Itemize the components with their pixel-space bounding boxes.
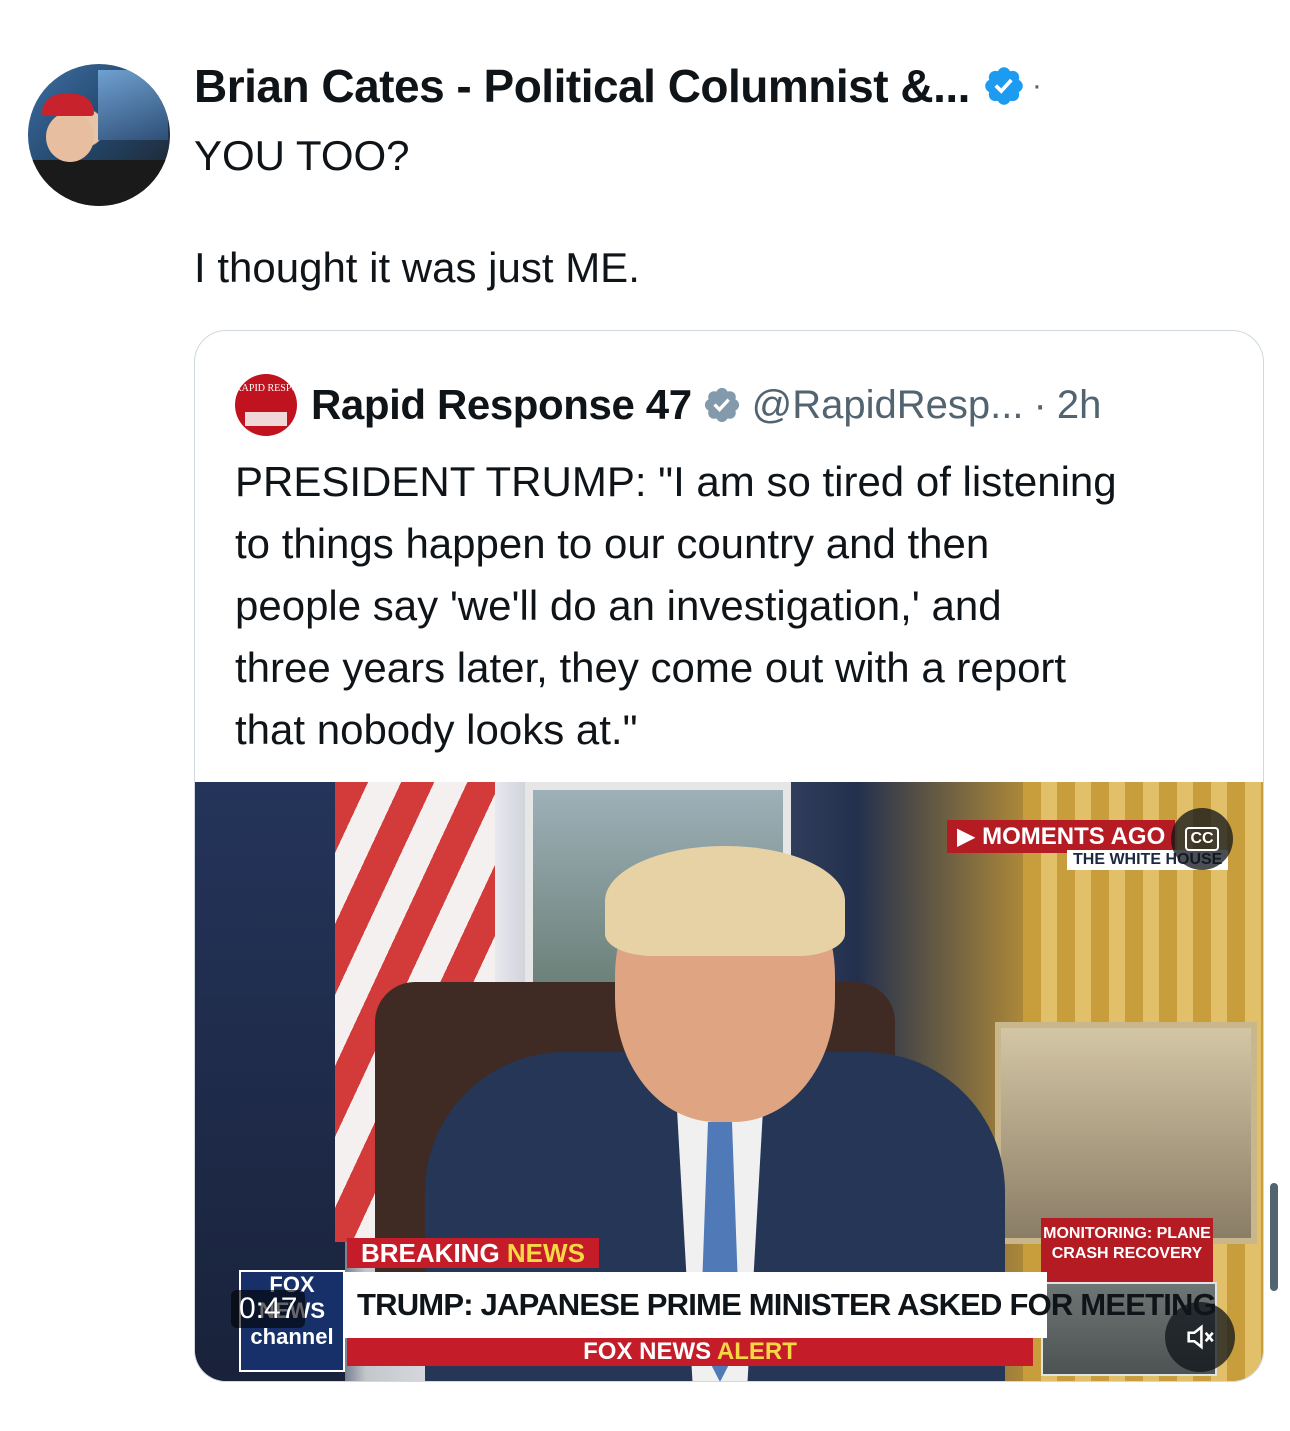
news-headline: TRUMP: JAPANESE PRIME MINISTER ASKED FOR… xyxy=(343,1272,1217,1338)
avatar-background-art xyxy=(98,70,168,140)
scrollbar[interactable] xyxy=(1270,1183,1278,1291)
author-avatar[interactable] xyxy=(28,64,170,206)
breaking-label-yellow: NEWS xyxy=(506,1238,585,1268)
tweet-header: Brian Cates - Political Columnist &... · xyxy=(194,58,1042,114)
alert-white: FOX NEWS xyxy=(583,1338,717,1365)
avatar-shirt xyxy=(28,160,170,206)
quoted-tweet-text: PRESIDENT TRUMP: "I am so tired of liste… xyxy=(235,458,1117,753)
quoted-tweet-card[interactable]: RAPID RESPONSE Rapid Response 47 @RapidR… xyxy=(194,330,1264,1382)
verified-badge-icon xyxy=(985,67,1023,105)
video-picture-frames xyxy=(995,1022,1257,1244)
alert-yellow: ALERT xyxy=(716,1338,797,1365)
fox-news-alert: FOX NEWS ALERT xyxy=(347,1338,1033,1366)
quoted-author-name[interactable]: Rapid Response 47 xyxy=(311,381,692,429)
breaking-label-white: BREAKING xyxy=(361,1238,507,1268)
header-separator: · xyxy=(1031,69,1042,102)
verified-badge-gray-icon xyxy=(704,387,739,423)
speaker-muted-icon xyxy=(1187,1324,1214,1350)
quoted-author-avatar[interactable]: RAPID RESPONSE xyxy=(235,374,297,436)
white-house-icon xyxy=(245,412,287,426)
video-duration: 0:47 xyxy=(231,1290,306,1328)
quoted-author-handle[interactable]: @RapidResp... xyxy=(752,383,1024,428)
tweet-text: YOU TOO? I thought it was just ME. xyxy=(194,132,640,291)
quoted-timestamp[interactable]: 2h xyxy=(1057,383,1102,428)
quoted-separator: · xyxy=(1033,382,1047,427)
mute-button[interactable] xyxy=(1165,1302,1235,1372)
quoted-avatar-label: RAPID RESPONSE xyxy=(235,383,297,394)
quoted-tweet-header: RAPID RESPONSE Rapid Response 47 @RapidR… xyxy=(235,374,1102,436)
moments-ago-banner: ▶ MOMENTS AGO xyxy=(947,820,1176,853)
breaking-news-label: BREAKING NEWS xyxy=(347,1238,599,1268)
video-player[interactable]: ▶ MOMENTS AGO THE WHITE HOUSE MONITORING… xyxy=(195,782,1263,1381)
avatar-cap xyxy=(42,94,94,116)
closed-captions-button[interactable]: CC xyxy=(1171,808,1233,870)
avatar-face xyxy=(46,112,94,162)
author-name[interactable]: Brian Cates - Political Columnist &... xyxy=(194,59,970,113)
closed-captions-icon: CC xyxy=(1185,827,1219,851)
video-hair xyxy=(605,846,845,956)
